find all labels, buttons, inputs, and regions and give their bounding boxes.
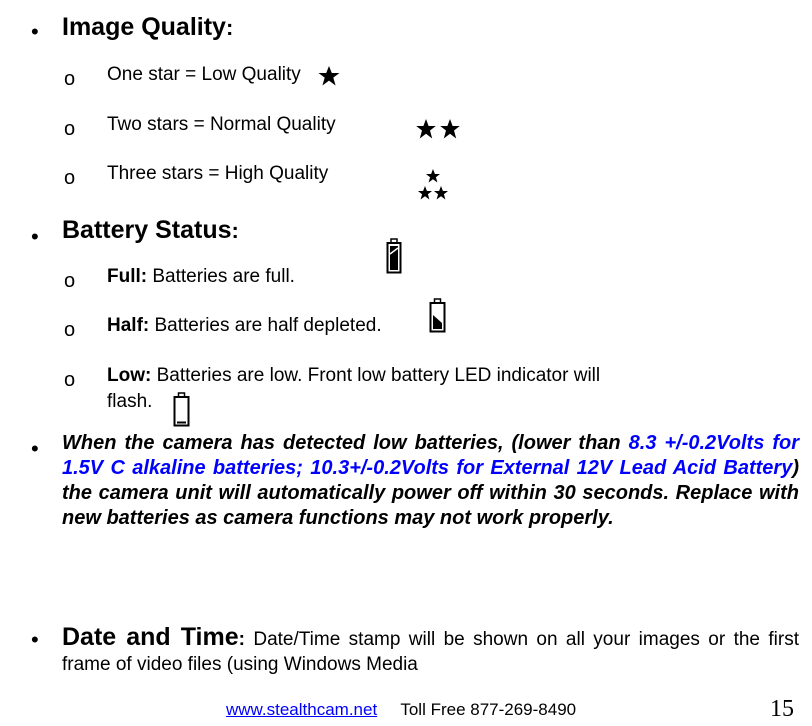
website-link[interactable]: www.stealthcam.net [226,700,377,719]
sub-bullet: o [64,369,76,391]
bullet: • [31,224,39,249]
quality-item-low: One star = Low Quality [107,64,301,85]
battery-status-heading: Battery Status: [62,216,239,244]
sub-bullet: o [64,319,76,341]
low-battery-warning: When the camera has detected low batteri… [62,432,799,529]
battery-low-icon [173,392,190,427]
bullet: • [31,627,39,652]
quality-item-normal: Two stars = Normal Quality [107,114,336,135]
one-star-icon [318,66,340,86]
footer: www.stealthcam.net Toll Free 877-269-849… [226,700,576,720]
quality-item-high: Three stars = High Quality [107,163,329,184]
sub-bullet: o [64,118,76,140]
battery-item-low-continued: flash. [107,391,153,412]
sub-bullet: o [64,167,76,189]
battery-full-icon [386,238,402,274]
sub-bullet: o [64,68,76,90]
page-number: 15 [770,696,794,722]
toll-free-phone: Toll Free 877-269-8490 [400,700,577,719]
battery-item-low: Low: Batteries are low. Front low batter… [107,365,601,386]
sub-bullet: o [64,270,76,292]
two-stars-icon [416,119,460,139]
bullet: • [31,436,39,461]
three-stars-icon [418,169,448,200]
battery-item-half: Half: Batteries are half depleted. [107,315,382,336]
bullet: • [31,19,39,44]
image-quality-heading: Image Quality: [62,13,234,41]
battery-item-full: Full: Batteries are full. [107,266,295,287]
battery-half-icon [429,298,446,333]
date-time-paragraph: Date and Time: Date/Time stamp will be s… [62,623,799,676]
